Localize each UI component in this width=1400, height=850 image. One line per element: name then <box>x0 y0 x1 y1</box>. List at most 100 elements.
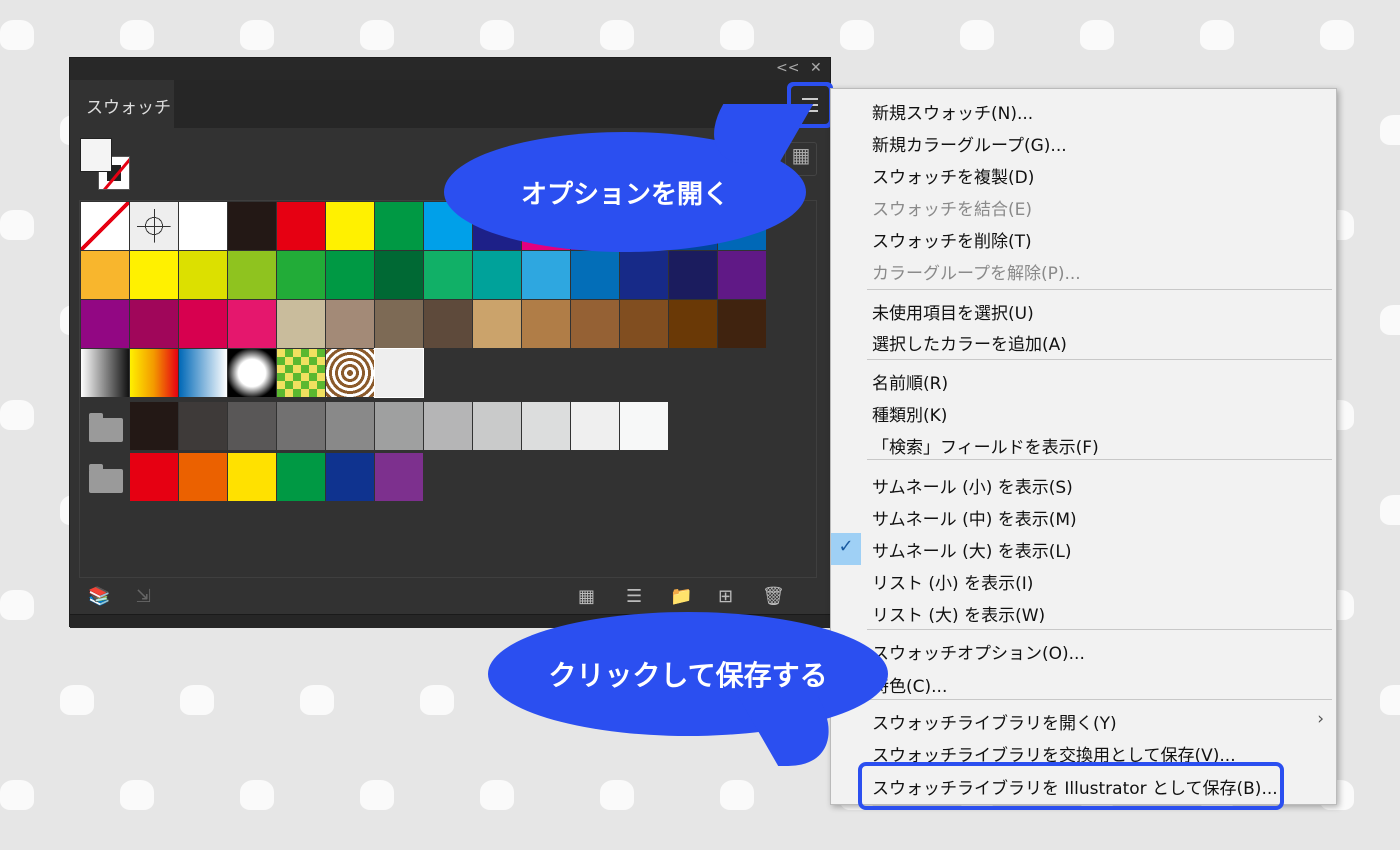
group-swatch[interactable] <box>130 402 178 450</box>
swatch[interactable] <box>473 251 521 299</box>
swatch[interactable] <box>179 349 227 397</box>
color-group-folder-icon[interactable] <box>89 464 123 493</box>
swatch[interactable] <box>179 202 227 250</box>
menu-item[interactable]: スウォッチライブラリを開く(Y) › <box>831 705 1336 737</box>
collapse-icon[interactable]: << <box>776 60 799 76</box>
menu-item[interactable]: 名前順(R) <box>831 365 1336 397</box>
swatch[interactable] <box>228 300 276 348</box>
new-color-group-icon[interactable]: 📁 <box>670 586 692 607</box>
menu-item[interactable]: 「検索」フィールドを表示(F) <box>831 429 1336 461</box>
swatch[interactable] <box>374 348 424 398</box>
swatch[interactable] <box>571 251 619 299</box>
menu-item[interactable]: スウォッチオプション(O)... <box>831 635 1336 667</box>
swatch[interactable] <box>130 300 178 348</box>
group-swatch[interactable] <box>228 453 276 501</box>
cat-decoration <box>0 780 34 810</box>
cat-decoration <box>960 20 994 50</box>
swatch[interactable] <box>228 202 276 250</box>
group-swatch[interactable] <box>326 453 374 501</box>
new-swatch-icon[interactable]: ⊞ <box>718 586 733 607</box>
menu-item[interactable]: リスト (小) を表示(I) <box>831 565 1336 597</box>
swatch[interactable] <box>375 300 423 348</box>
group-swatch[interactable] <box>277 453 325 501</box>
group-swatch[interactable] <box>571 402 619 450</box>
swatch[interactable] <box>81 202 129 250</box>
menu-item[interactable]: サムネール (小) を表示(S) <box>831 469 1336 501</box>
swatch[interactable] <box>375 202 423 250</box>
group-swatch[interactable] <box>424 402 472 450</box>
swatch[interactable] <box>326 202 374 250</box>
tab-swatches[interactable]: スウォッチ <box>70 80 174 128</box>
group-swatch[interactable] <box>228 402 276 450</box>
swatch[interactable] <box>522 251 570 299</box>
swatch[interactable] <box>277 251 325 299</box>
swatch[interactable] <box>718 251 766 299</box>
swatch[interactable] <box>522 300 570 348</box>
swatch[interactable] <box>228 349 276 397</box>
callout-text: クリックして保存する <box>548 659 828 692</box>
group-swatch[interactable] <box>522 402 570 450</box>
swatch[interactable] <box>81 300 129 348</box>
menu-item[interactable]: スウォッチを削除(T) <box>831 223 1336 255</box>
swatch[interactable] <box>179 300 227 348</box>
menu-item[interactable]: 種類別(K) <box>831 397 1336 429</box>
menu-item[interactable]: 未使用項目を選択(U) <box>831 295 1336 327</box>
swatch[interactable] <box>375 251 423 299</box>
swatch[interactable] <box>718 300 766 348</box>
place-swatches-icon[interactable]: ⇲ <box>136 586 151 607</box>
menu-item: スウォッチを結合(E) <box>831 191 1336 223</box>
swatch[interactable] <box>130 202 178 250</box>
swatch[interactable] <box>326 251 374 299</box>
group-swatch[interactable] <box>179 402 227 450</box>
group-swatch[interactable] <box>473 402 521 450</box>
swatch-grid <box>79 200 817 578</box>
menu-item[interactable]: 選択したカラーを追加(A) <box>831 326 1336 358</box>
menu-item[interactable]: 特色(C)... <box>831 668 1336 700</box>
swatch[interactable] <box>424 300 472 348</box>
swatch[interactable] <box>620 300 668 348</box>
cat-decoration <box>120 20 154 50</box>
swatch-libraries-icon[interactable]: 📚 <box>88 586 110 607</box>
swatch[interactable] <box>571 300 619 348</box>
menu-item[interactable]: 新規スウォッチ(N)... <box>831 95 1336 127</box>
swatch-options-icon[interactable]: ☰ <box>626 586 642 607</box>
swatch[interactable] <box>228 251 276 299</box>
swatch[interactable] <box>326 349 374 397</box>
menu-item[interactable]: リスト (大) を表示(W) <box>831 597 1336 629</box>
group-swatch[interactable] <box>375 453 423 501</box>
swatch[interactable] <box>669 251 717 299</box>
swatch[interactable] <box>277 202 325 250</box>
menu-item-label: 新規カラーグループ(G)... <box>872 136 1067 156</box>
menu-divider <box>867 359 1332 360</box>
swatch[interactable] <box>179 251 227 299</box>
menu-item[interactable]: スウォッチを複製(D) <box>831 159 1336 191</box>
group-swatch[interactable] <box>375 402 423 450</box>
menu-item[interactable]: サムネール (中) を表示(M) <box>831 501 1336 533</box>
color-group-folder-icon[interactable] <box>89 413 123 442</box>
trash-icon[interactable]: 🗑 <box>762 586 785 607</box>
show-kinds-icon[interactable]: ▦ <box>578 586 595 607</box>
group-swatch[interactable] <box>620 402 668 450</box>
close-icon[interactable]: ✕ <box>810 60 822 76</box>
swatch[interactable] <box>669 300 717 348</box>
swatch[interactable] <box>277 349 325 397</box>
swatch[interactable] <box>130 349 178 397</box>
menu-item[interactable]: ✓ サムネール (大) を表示(L) <box>831 533 1336 565</box>
swatch[interactable] <box>81 349 129 397</box>
swatch[interactable] <box>473 300 521 348</box>
swatch[interactable] <box>326 300 374 348</box>
group-swatch[interactable] <box>326 402 374 450</box>
swatch[interactable] <box>130 251 178 299</box>
callout-click-save: クリックして保存する <box>488 612 888 766</box>
swatch[interactable] <box>277 300 325 348</box>
menu-item-label: リスト (大) を表示(W) <box>872 606 1046 626</box>
swatch[interactable] <box>424 251 472 299</box>
group-swatch[interactable] <box>277 402 325 450</box>
swatch[interactable] <box>620 251 668 299</box>
group-swatch[interactable] <box>179 453 227 501</box>
menu-item[interactable]: 新規カラーグループ(G)... <box>831 127 1336 159</box>
group-swatch[interactable] <box>130 453 178 501</box>
panel-titlebar[interactable]: << ✕ <box>70 58 830 80</box>
swatch[interactable] <box>81 251 129 299</box>
cat-decoration <box>720 780 754 810</box>
